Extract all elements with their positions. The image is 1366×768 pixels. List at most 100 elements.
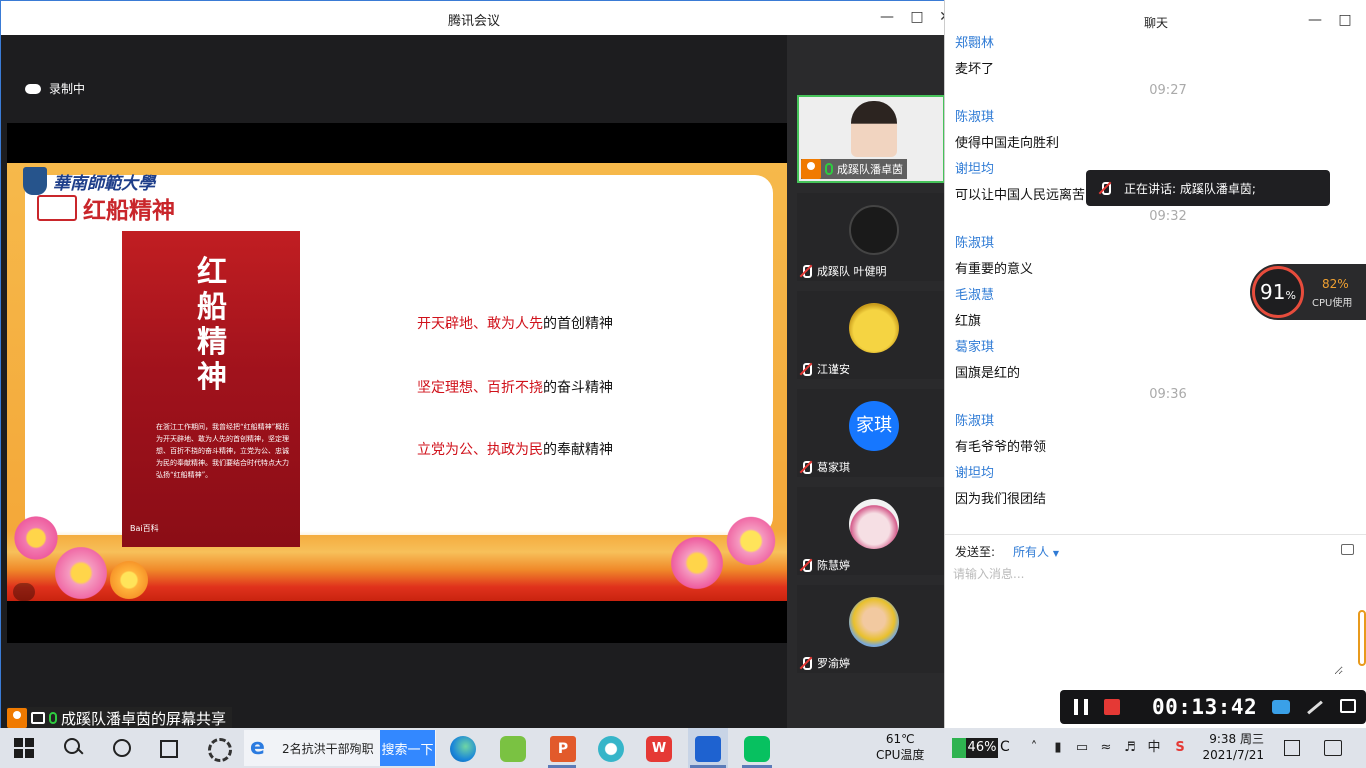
send-to-label: 发送至: [955, 545, 996, 559]
slide-title-text: 红船精神 [83, 198, 175, 224]
edge-icon[interactable] [450, 736, 476, 762]
minimize-icon[interactable]: — [875, 9, 899, 25]
recording-indicator[interactable]: 录制中 [25, 80, 85, 97]
avatar: 家琪 [849, 401, 899, 451]
red-boat-icon [37, 195, 77, 221]
chat-minimize-icon[interactable]: — [1303, 12, 1327, 28]
screen-icon[interactable] [1340, 699, 1356, 713]
message-timestamp: 09:32 [1149, 209, 1187, 224]
flower-decoration [723, 513, 779, 569]
tencent-meeting-icon[interactable] [695, 736, 721, 762]
message-timestamp: 09:27 [1149, 83, 1187, 98]
battery-icon[interactable]: ▭ [1074, 740, 1090, 756]
poster-image: 红船精神 在浙江工作期间，我曾经把“红船精神”概括为开天辟地、敢为人先的首创精神… [122, 231, 300, 547]
participant-name: 成蹊队 叶健明 [817, 265, 887, 278]
ime-indicator[interactable]: 中 [1146, 740, 1162, 756]
wechat-icon[interactable] [744, 736, 770, 762]
participant-tile[interactable]: 陈慧婷 [797, 487, 945, 575]
message-sender: 陈淑琪 [955, 414, 995, 429]
cortana-icon[interactable] [110, 736, 134, 760]
meeting-titlebar: 腾讯会议 — □ ✕ [1, 1, 951, 35]
participant-name-bar: 陈慧婷 [799, 557, 850, 573]
sogou-icon[interactable]: S [1172, 740, 1188, 756]
speaking-text: 正在讲话: 成蹊队潘卓茵; [1124, 181, 1256, 196]
spirit-line: 开天辟地、敢为人先的首创精神 [417, 316, 613, 332]
ie-icon: e [250, 735, 265, 760]
message-text: 有毛爷爷的带领 [955, 440, 1047, 455]
slide-menu-icon[interactable] [13, 583, 35, 601]
cloud-icon [25, 83, 41, 94]
user-icon [801, 159, 821, 179]
chat-message-input[interactable] [953, 565, 1343, 675]
pinwheel-icon[interactable] [206, 736, 232, 762]
poster-title: 红船精神 [197, 255, 227, 395]
notes-icon[interactable] [1284, 740, 1300, 756]
meeting-window: 腾讯会议 — □ ✕ 录制中 華南師範大學 红船精神 [0, 0, 951, 729]
maximize-icon[interactable]: □ [905, 9, 929, 25]
ie-search-text: 2名抗洪干部殉职 [282, 741, 374, 756]
muted-mic-icon [799, 558, 813, 572]
powerpoint-icon[interactable]: P [550, 736, 576, 762]
battery-suffix: C [1000, 739, 1010, 755]
tencent-app-icon[interactable] [598, 736, 624, 762]
recording-control-bar: 00:13:42 [1060, 690, 1366, 724]
chevron-down-icon: ▼ [1052, 549, 1059, 558]
avatar [849, 499, 899, 549]
message-text: 使得中国走向胜利 [955, 136, 1060, 151]
windows-start-icon[interactable] [14, 738, 34, 758]
taskbar: e 2名抗洪干部殉职 搜索一下 P W 61℃ CPU温度 46% C ˄ ▮ … [0, 728, 1366, 768]
screen-share-text: 成蹊队潘卓茵的屏幕共享 [61, 709, 227, 728]
pen-icon[interactable] [1307, 700, 1323, 715]
participant-tile[interactable]: 江谨安 [797, 291, 945, 379]
muted-mic-icon [799, 264, 813, 278]
image-icon[interactable] [1341, 544, 1354, 555]
search-button[interactable]: 搜索一下 [380, 730, 435, 766]
recording-text: 录制中 [49, 82, 86, 96]
chevron-up-icon[interactable]: ˄ [1026, 740, 1042, 756]
pause-button[interactable] [1074, 699, 1088, 715]
stop-button[interactable] [1104, 699, 1120, 715]
participant-tile[interactable]: 成蹊队潘卓茵 [797, 95, 945, 183]
spirit-line: 坚定理想、百折不挠的奋斗精神 [417, 380, 613, 396]
chat-window: 聊天 — □ 郑翾林 麦坏了 09:27 陈淑琪 使得中国走向胜利 谢坦均 可以… [944, 0, 1366, 728]
action-center-icon[interactable] [1324, 740, 1342, 756]
participant-list: 成蹊队潘卓茵 成蹊队 叶健明 江谨安 家琪 葛家琪 陈慧婷 罗渝婷 [787, 35, 947, 729]
speaking-toast: 正在讲话: 成蹊队潘卓茵; [1086, 170, 1330, 206]
clock-time: 9:38 周三 [1209, 732, 1264, 746]
chat-scrollbar[interactable] [1358, 610, 1366, 666]
screen-share-area: 華南師範大學 红船精神 红船精神 在浙江工作期间，我曾经把“红船精神”概括为开天… [7, 123, 787, 643]
participant-name: 江谨安 [817, 363, 850, 376]
participant-name-bar: 成蹊队 叶健明 [799, 263, 887, 279]
muted-mic-icon [799, 656, 813, 670]
volume-icon[interactable]: ♬ [1122, 740, 1138, 756]
sync-app-icon[interactable] [500, 736, 526, 762]
chat-maximize-icon[interactable]: □ [1333, 12, 1357, 28]
muted-mic-icon [799, 460, 813, 474]
participant-tile[interactable]: 家琪 葛家琪 [797, 389, 945, 477]
cpu-gauge-value: 91 [1260, 280, 1286, 304]
participant-tile[interactable]: 罗渝婷 [797, 585, 945, 673]
muted-mic-icon [799, 362, 813, 376]
microphone-icon[interactable]: ▮ [1050, 740, 1066, 756]
participant-video [851, 101, 897, 157]
participant-name-bar: 罗渝婷 [799, 655, 850, 671]
presentation-slide: 華南師範大學 红船精神 红船精神 在浙江工作期间，我曾经把“红船精神”概括为开天… [7, 163, 787, 601]
cpu-temp-label: CPU温度 [876, 748, 925, 762]
task-view-icon[interactable] [158, 736, 182, 760]
wifi-icon[interactable]: ≈ [1098, 740, 1114, 756]
message-sender: 葛家琪 [955, 340, 995, 355]
cpu-monitor-widget[interactable]: 91% 82% CPU使用 [1250, 264, 1366, 320]
flower-decoration [107, 558, 151, 601]
spirit-line: 立党为公、执政为民的奉献精神 [417, 442, 613, 458]
cpu-temperature[interactable]: 61℃ CPU温度 [876, 731, 924, 763]
battery-percentage[interactable]: 46% [952, 738, 998, 758]
poster-brand: Bai百科 [130, 524, 159, 533]
wps-icon[interactable]: W [646, 736, 672, 762]
search-icon[interactable] [62, 736, 86, 760]
camera-icon[interactable] [1272, 700, 1290, 714]
slide-title: 红船精神 [37, 191, 175, 225]
avatar [849, 205, 899, 255]
send-to-dropdown[interactable]: 所有人 ▼ [1013, 543, 1059, 560]
participant-tile[interactable]: 成蹊队 叶健明 [797, 193, 945, 281]
system-clock[interactable]: 9:38 周三 2021/7/21 [1200, 731, 1264, 763]
